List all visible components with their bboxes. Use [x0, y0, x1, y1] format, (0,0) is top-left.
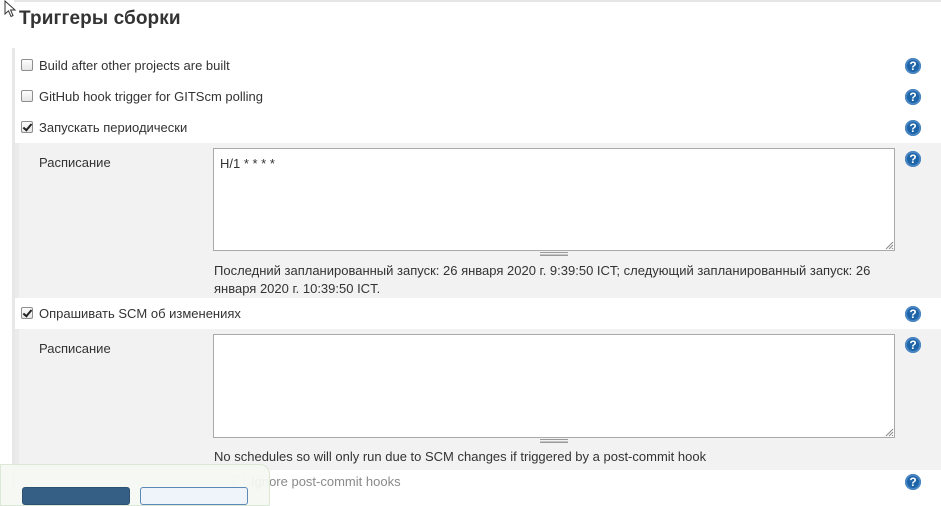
resize-grip-icon[interactable]	[884, 427, 894, 437]
help-icon[interactable]: ?	[905, 89, 921, 105]
help-icon[interactable]: ?	[905, 474, 921, 490]
periodic-schedule-label: Расписание	[39, 155, 111, 170]
poll-scm-schedule-label: Расписание	[39, 341, 111, 356]
periodic-schedule-hint: Последний запланированный запуск: 26 янв…	[214, 263, 871, 296]
help-icon[interactable]: ?	[905, 151, 921, 167]
mouse-pointer-icon	[4, 0, 17, 18]
trigger-row-poll-scm: Опрашивать SCM об изменениях	[15, 299, 941, 330]
help-icon[interactable]: ?	[905, 337, 921, 353]
help-icon[interactable]: ?	[905, 58, 921, 74]
textarea-drag-handle[interactable]	[540, 439, 568, 443]
github-hook-checkbox[interactable]	[21, 90, 33, 102]
poll-scm-label[interactable]: Опрашивать SCM об изменениях	[39, 306, 241, 321]
trigger-row-build-after: Build after other projects are built	[15, 51, 941, 82]
bottom-button-bar	[0, 464, 270, 506]
build-after-label[interactable]: Build after other projects are built	[39, 58, 230, 73]
textarea-drag-handle[interactable]	[540, 252, 568, 256]
poll-scm-schedule-textarea[interactable]	[213, 334, 895, 438]
sub-block-indent-bar	[15, 329, 19, 470]
trigger-row-github-hook: GitHub hook trigger for GITScm polling	[15, 82, 941, 113]
section-title: Триггеры сборки	[19, 8, 181, 29]
sub-block-indent-bar	[15, 143, 19, 298]
build-triggers-page: Триггеры сборки Build after other projec…	[0, 0, 941, 506]
help-icon[interactable]: ?	[905, 306, 921, 322]
poll-scm-checkbox[interactable]	[21, 307, 33, 319]
ignore-hooks-label[interactable]: Ignore post-commit hooks	[251, 474, 401, 489]
trigger-row-periodic: Запускать периодически	[15, 113, 941, 144]
build-after-checkbox[interactable]	[21, 59, 33, 71]
help-icon[interactable]: ?	[905, 120, 921, 136]
github-hook-label[interactable]: GitHub hook trigger for GITScm polling	[39, 89, 263, 104]
poll-scm-schedule-hint: No schedules so will only run due to SCM…	[214, 449, 707, 464]
top-divider	[14, 0, 941, 2]
periodic-schedule-textarea[interactable]	[213, 148, 895, 251]
periodic-checkbox[interactable]	[21, 121, 33, 133]
resize-grip-icon[interactable]	[884, 240, 894, 250]
periodic-label[interactable]: Запускать периодически	[39, 120, 187, 135]
